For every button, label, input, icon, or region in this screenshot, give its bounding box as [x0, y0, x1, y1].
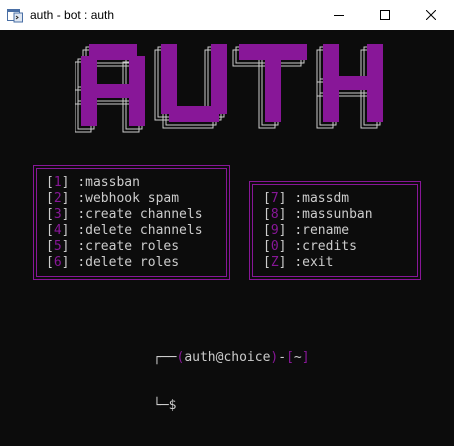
maximize-icon [380, 10, 390, 20]
menu-item-5[interactable]: [5] :create roles [46, 239, 203, 255]
menu-box-left: [1] :massban [2] :webhook spam [3] :create… [33, 165, 230, 280]
menu-item-3[interactable]: [3] :create channels [46, 207, 203, 223]
menu-bracket-close: ] [278, 223, 295, 238]
menu-bracket-open: [ [263, 255, 271, 270]
minimize-button[interactable] [316, 0, 362, 30]
menu-label: :create channels [77, 207, 203, 222]
auth-logo [75, 44, 383, 133]
menu-key: 2 [53, 191, 62, 206]
minimize-icon [334, 15, 344, 16]
menu-bracket-close: ] [278, 207, 295, 222]
menu-bracket-open: [ [46, 223, 54, 238]
menu-item-6[interactable]: [6] :delete roles [46, 255, 203, 271]
menu-bracket-open: [ [46, 239, 54, 254]
maximize-button[interactable] [362, 0, 408, 30]
menu-item-2[interactable]: [2] :webhook spam [46, 191, 203, 207]
menu-label: :rename [294, 223, 350, 238]
prompt-corner-top: ┌── [153, 350, 177, 365]
menu-item-1[interactable]: [1] :massban [46, 175, 203, 191]
menu-label: :credits [294, 239, 357, 254]
menu-label: :exit [294, 255, 334, 270]
menu-key: 3 [53, 207, 62, 222]
menu-bracket-close: ] [61, 239, 78, 254]
menu-list-right: [7] :massdm [8] :massunban [9] :rename [0] … [263, 191, 373, 271]
menu-bracket-open: [ [263, 223, 271, 238]
menu-list-left: [1] :massban [2] :webhook spam [3] :create… [46, 175, 203, 271]
prompt-line-2: └─$ [153, 398, 310, 414]
close-icon [426, 10, 436, 20]
menu-bracket-close: ] [61, 175, 78, 190]
menu-key: 6 [53, 255, 62, 270]
menu-bracket-close: ] [61, 223, 78, 238]
menu-key: 8 [270, 207, 279, 222]
menu-label: :delete roles [77, 255, 180, 270]
prompt-close-bracket: ] [301, 350, 310, 365]
menu-bracket-close: ] [278, 191, 295, 206]
menu-bracket-close: ] [278, 255, 295, 270]
menu-bracket-open: [ [46, 175, 54, 190]
menu-bracket-open: [ [46, 207, 54, 222]
prompt-user-host: auth@choice [184, 350, 271, 365]
menu-key: Z [270, 255, 279, 270]
menu-bracket-close: ] [61, 207, 78, 222]
menu-label: :massdm [294, 191, 350, 206]
menu-label: :massban [77, 175, 140, 190]
menu-item-z[interactable]: [Z] :exit [263, 255, 373, 271]
prompt-open-bracket: [ [286, 350, 294, 365]
menu-label: :massunban [294, 207, 373, 222]
menu-box-right: [7] :massdm [8] :massunban [9] :rename [0] … [249, 181, 421, 280]
menu-bracket-open: [ [263, 207, 271, 222]
menu-item-4[interactable]: [4] :delete channels [46, 223, 203, 239]
prompt-separator: - [278, 350, 287, 365]
menu-key: 5 [53, 239, 62, 254]
prompt-symbol[interactable]: $ [169, 398, 177, 413]
menu-key: 4 [53, 223, 62, 238]
window-title-bar[interactable]: auth - bot : auth [0, 0, 454, 30]
menu-item-9[interactable]: [9] :rename [263, 223, 373, 239]
menu-bracket-open: [ [263, 239, 271, 254]
menu-item-7[interactable]: [7] :massdm [263, 191, 373, 207]
menu-bracket-close: ] [61, 255, 78, 270]
prompt-cwd: ~ [293, 350, 302, 365]
menu-bracket-open: [ [46, 191, 54, 206]
menu-item-8[interactable]: [8] :massunban [263, 207, 373, 223]
menu-bracket-open: [ [46, 255, 54, 270]
menu-key: 9 [270, 223, 279, 238]
prompt-corner-bottom: └─ [153, 398, 169, 413]
menu-bracket-close: ] [278, 239, 295, 254]
terminal-app-icon [7, 7, 23, 23]
menu-bracket-open: [ [263, 191, 271, 206]
window-title: auth - bot : auth [30, 8, 115, 22]
close-button[interactable] [408, 0, 454, 30]
terminal-output[interactable]: [1] :massban [2] :webhook spam [3] :create… [0, 30, 454, 429]
menu-key: 0 [270, 239, 279, 254]
menu-key: 7 [270, 191, 279, 206]
menu-key: 1 [53, 175, 62, 190]
menu-label: :webhook spam [77, 191, 180, 206]
prompt-line-1: ┌──(auth@choice)-[~] [153, 350, 310, 366]
shell-prompt[interactable]: ┌──(auth@choice)-[~] └─$ [153, 318, 310, 446]
menu-item-0[interactable]: [0] :credits [263, 239, 373, 255]
menu-label: :create roles [77, 239, 180, 254]
menu-label: :delete channels [77, 223, 203, 238]
menu-bracket-close: ] [61, 191, 78, 206]
